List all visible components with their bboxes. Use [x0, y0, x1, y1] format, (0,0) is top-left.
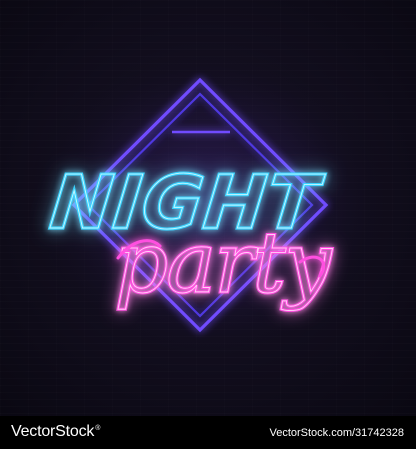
brand-logo: VectorStock® — [11, 423, 100, 441]
image-credit: VectorStock.com/31742328 — [269, 427, 404, 439]
neon-sign-graphic: NIGHT NIGHT party party — [18, 45, 398, 365]
brand-logo-text: VectorStock — [11, 423, 95, 440]
registered-mark: ® — [95, 424, 101, 432]
neon-artwork: NIGHT NIGHT party party — [0, 0, 416, 416]
stock-footer: VectorStock® VectorStock.com/31742328 — [0, 416, 416, 449]
party-neon-text: party party — [113, 213, 337, 314]
